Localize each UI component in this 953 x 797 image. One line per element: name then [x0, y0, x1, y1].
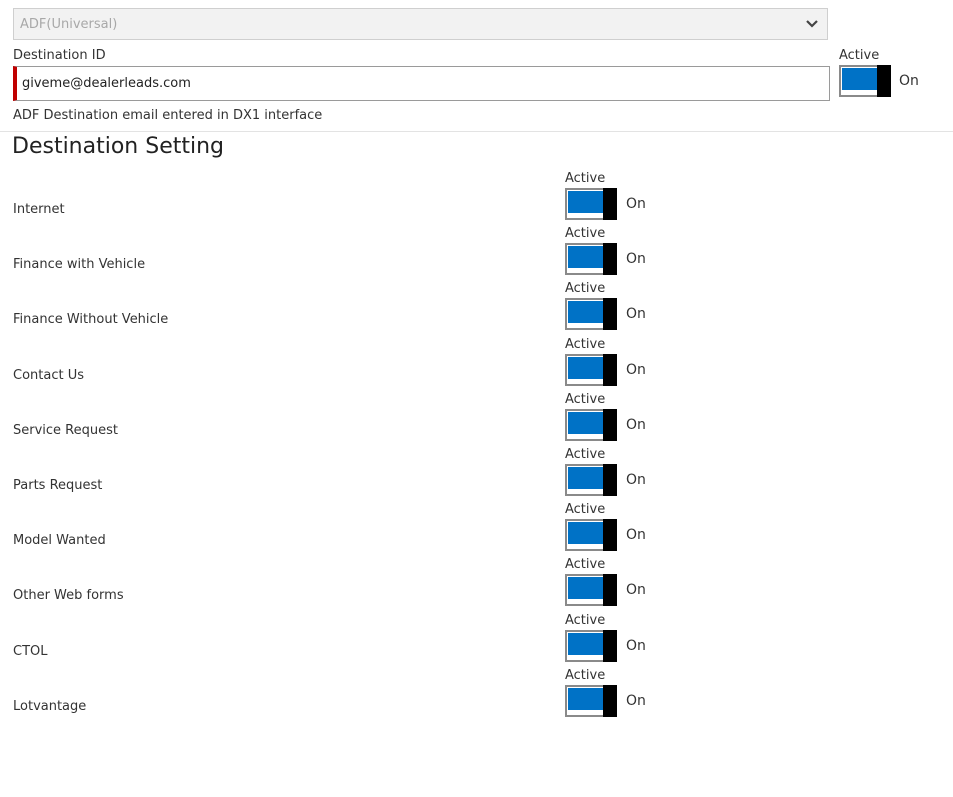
setting-toggle-model-wanted[interactable] — [565, 519, 617, 552]
setting-active-label-internet: Active — [565, 171, 606, 186]
setting-label-parts-request: Parts Request — [13, 478, 103, 493]
setting-active-label-parts-request: Active — [565, 447, 606, 462]
setting-label-model-wanted: Model Wanted — [13, 533, 106, 549]
setting-toggle-parts-request[interactable] — [565, 464, 617, 496]
setting-toggle-state-finance-with-vehicle: On — [626, 251, 646, 268]
setting-active-label-finance-without-vehicle: Active — [565, 281, 606, 297]
setting-toggle-state-finance-without-vehicle: On — [626, 306, 646, 323]
section-title: Destination Setting — [12, 134, 225, 159]
setting-toggle-contact-us[interactable] — [565, 353, 617, 386]
setting-toggle-state-lotvantage: On — [626, 692, 646, 709]
divider — [0, 131, 953, 132]
setting-label-ctol: CTOL — [13, 643, 48, 659]
setting-toggle-state-service-request: On — [626, 416, 646, 433]
destination-id-label: Destination ID — [13, 48, 106, 63]
setting-label-finance-with-vehicle: Finance with Vehicle — [13, 257, 146, 273]
setting-active-label-model-wanted: Active — [565, 502, 606, 518]
setting-active-label-contact-us: Active — [565, 336, 606, 352]
setting-label-contact-us: Contact Us — [13, 367, 84, 383]
destination-id-value: giveme@dealerleads.com — [22, 76, 191, 91]
setting-toggle-finance-with-vehicle[interactable] — [565, 243, 617, 276]
setting-toggle-other-web-forms[interactable] — [565, 574, 617, 607]
lead-format-dropdown[interactable]: ADF(Universal) — [13, 8, 828, 40]
setting-toggle-state-parts-request: On — [626, 472, 646, 488]
destination-active-toggle[interactable] — [839, 65, 891, 97]
setting-active-label-lotvantage: Active — [565, 667, 606, 683]
setting-label-lotvantage: Lotvantage — [13, 698, 87, 714]
setting-label-internet: Internet — [13, 202, 65, 217]
setting-label-other-web-forms: Other Web forms — [13, 588, 124, 604]
setting-toggle-ctol[interactable] — [565, 629, 617, 662]
setting-toggle-state-contact-us: On — [626, 361, 646, 378]
destination-id-input[interactable]: giveme@dealerleads.com — [13, 66, 830, 101]
setting-active-label-service-request: Active — [565, 391, 606, 407]
destination-toggle-state: On — [899, 73, 919, 89]
destination-active-label: Active — [839, 48, 880, 63]
dropdown-value: ADF(Universal) — [20, 17, 118, 32]
setting-toggle-state-ctol: On — [626, 637, 646, 654]
setting-toggle-internet[interactable] — [565, 188, 617, 220]
setting-label-service-request: Service Request — [13, 422, 118, 438]
setting-toggle-state-internet: On — [626, 196, 646, 212]
setting-active-label-other-web-forms: Active — [565, 557, 606, 573]
setting-active-label-ctol: Active — [565, 612, 606, 628]
setting-label-finance-without-vehicle: Finance Without Vehicle — [13, 312, 169, 328]
setting-toggle-state-other-web-forms: On — [626, 582, 646, 599]
setting-toggle-lotvantage[interactable] — [565, 684, 617, 717]
setting-active-label-finance-with-vehicle: Active — [565, 226, 606, 242]
setting-toggle-finance-without-vehicle[interactable] — [565, 298, 617, 331]
setting-toggle-state-model-wanted: On — [626, 527, 646, 544]
chevron-down-icon — [806, 20, 818, 28]
setting-toggle-service-request[interactable] — [565, 408, 617, 441]
destination-hint: ADF Destination email entered in DX1 int… — [13, 108, 323, 123]
